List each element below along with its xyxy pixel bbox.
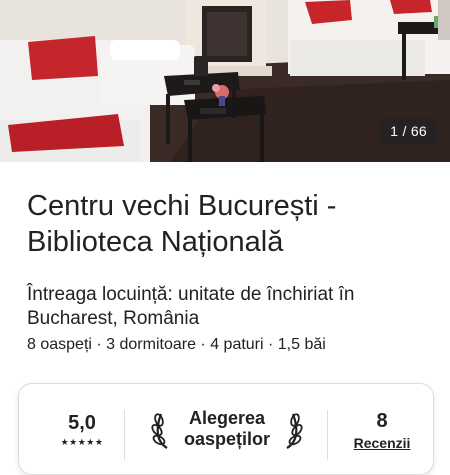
rating-block: 5,0 ★★★★★ (47, 412, 117, 448)
reviews-block[interactable]: 8 Recenzii (347, 410, 417, 451)
star-rating-icons: ★★★★★ (60, 437, 104, 447)
divider (124, 410, 125, 460)
listing-details: 8 oaspeți · 3 dormitoare · 4 paturi · 1,… (27, 336, 326, 353)
divider (327, 410, 328, 460)
laurel-left-icon (151, 413, 168, 449)
guest-favorite-label: Alegerea oaspeților (175, 408, 279, 450)
title-line-1: Centru vechi București - (27, 190, 337, 222)
guest-favorite-badge: Alegerea oaspeților (151, 406, 303, 456)
stats-card: 5,0 ★★★★★ Alegerea oaspeților 8 Recenzii (18, 383, 434, 475)
listing-type-line-1: Întreaga locuință: unitate de închiriat … (27, 284, 355, 305)
listing-type: Întreaga locuință: unitate de închiriat … (27, 283, 437, 331)
laurel-right-icon (286, 413, 303, 449)
title-line-2: Biblioteca Națională (27, 226, 284, 258)
favorite-line-1: Alegerea (188, 408, 266, 428)
listing-photo[interactable]: 1 / 66 (0, 0, 450, 162)
rating-value: 5,0 (68, 412, 96, 434)
photo-counter: 1 / 66 (380, 118, 437, 144)
listing-type-line-2: Bucharest, România (27, 308, 200, 329)
reviews-count: 8 (376, 410, 388, 432)
listing-title: Centru vechi București - Biblioteca Nați… (27, 188, 427, 260)
favorite-line-2: oaspeților (183, 429, 271, 449)
reviews-link[interactable]: Recenzii (347, 435, 417, 451)
